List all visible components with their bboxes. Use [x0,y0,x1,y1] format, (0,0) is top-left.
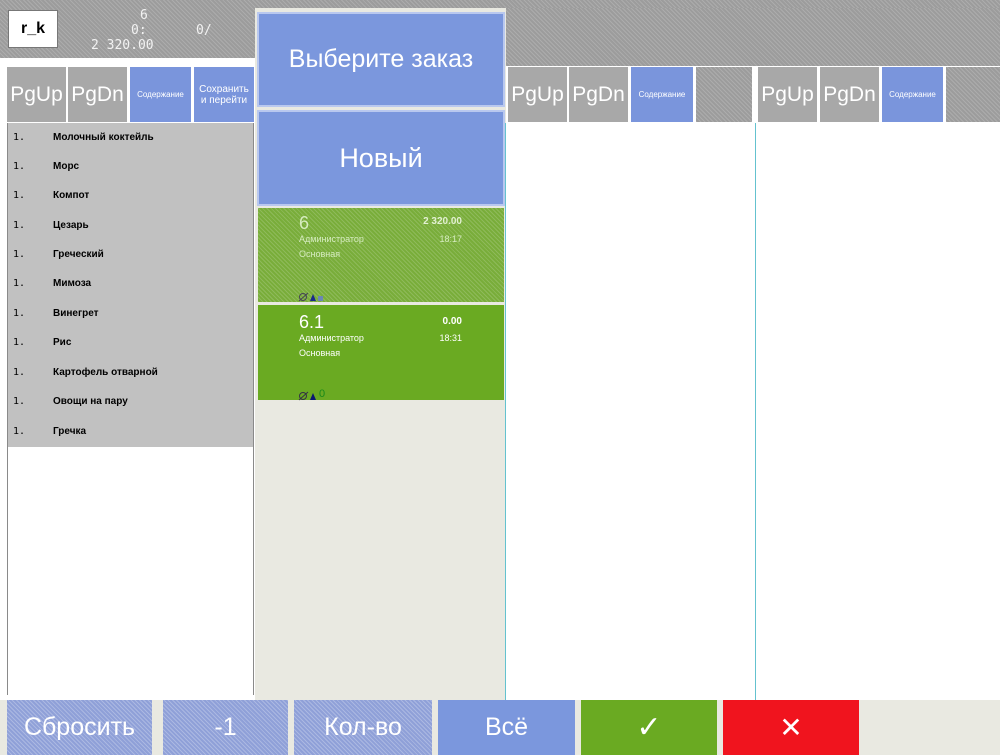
item-name: Цезарь [53,220,89,231]
list-item[interactable]: 1. Картофель отварной [8,358,253,387]
order-sum: 2 320.00 [423,216,462,227]
list-item[interactable]: 1. Греческий [8,240,253,269]
all-button[interactable]: Всё [438,700,575,755]
reset-button[interactable]: Сбросить [7,700,152,755]
order-extra: 0 [319,388,326,400]
list-item[interactable]: 1. Винегрет [8,299,253,328]
right-panel-1 [505,123,756,700]
close-icon: ✕ [779,712,803,743]
logo: r_k [8,10,58,48]
item-name: Гречка [53,426,87,437]
right-pgup-button[interactable]: PgUp [758,67,817,122]
mid-pgdn-button[interactable]: PgDn [569,67,628,122]
save-and-go-button[interactable]: Сохранить и перейти [194,67,254,122]
new-order-button[interactable]: Новый [257,110,505,206]
item-name: Рис [53,337,72,348]
header-line1: 6 [140,8,148,23]
list-item[interactable]: 1. Молочный коктейль [8,123,253,152]
item-name: Морс [53,161,80,172]
header-line2-b: 0/ [196,23,212,38]
item-name: Компот [53,190,90,201]
quantity-button[interactable]: Кол-во [294,700,432,755]
list-item[interactable]: 1. Гречка [8,417,253,446]
mid-content-button[interactable]: Содержание [631,67,693,122]
list-item[interactable]: 1. Овощи на пару [8,387,253,416]
left-pgup-button[interactable]: PgUp [7,67,66,122]
confirm-button[interactable]: ✓ [581,700,717,755]
right-top-strip [506,8,1000,66]
item-qty: 1. [13,278,26,289]
header-line2-a: 0: [131,23,147,38]
left-pgdn-button[interactable]: PgDn [68,67,127,122]
item-name: Греческий [53,249,104,260]
order-time: 18:31 [439,333,462,343]
header-line3: 2 320.00 [91,38,154,53]
order-status-icons [298,292,323,302]
item-qty: 1. [13,249,26,260]
item-name: Молочный коктейль [53,132,154,143]
save-and-go-label-1: Сохранить [199,83,249,95]
item-name: Винегрет [53,308,99,319]
select-order-button[interactable]: Выберите заказ [257,12,505,107]
list-item[interactable]: 1. Морс [8,152,253,181]
order-number: 6 [299,213,310,233]
save-and-go-label-2: и перейти [200,94,248,106]
right-panel-2 [755,123,1000,700]
order-sum: 0.00 [442,316,462,327]
cancel-button[interactable]: ✕ [723,700,859,755]
item-qty: 1. [13,132,26,143]
item-qty: 1. [13,396,26,407]
order-card-2[interactable]: 6.1 0.00 Администратор 18:31 Основная 0 [258,305,504,401]
right-pgdn-button[interactable]: PgDn [820,67,879,122]
item-qty: 1. [13,190,26,201]
list-item[interactable]: 1. Мимоза [8,269,253,298]
order-waiter: Администратор [299,234,364,244]
list-item[interactable]: 1. Цезарь [8,211,253,240]
right-content-button[interactable]: Содержание [882,67,943,122]
order-number: 6.1 [299,312,325,332]
order-time: 18:17 [439,234,462,244]
list-item[interactable]: 1. Компот [8,181,253,210]
list-item[interactable]: 1. Рис [8,328,253,357]
left-content-button[interactable]: Содержание [130,67,191,122]
order-items-list: 1. Молочный коктейль 1. Морс 1. Компот 1. Це… [8,123,253,447]
order-hall: Основная [299,348,341,358]
order-card-1[interactable]: 6 2 320.00 Администратор 18:17 Основная [258,208,504,302]
right-disabled-button [946,67,1000,122]
item-qty: 1. [13,220,26,231]
order-items-panel: 1. Молочный коктейль 1. Морс 1. Компот 1. Це… [7,123,254,695]
order-hall: Основная [299,249,341,259]
item-qty: 1. [13,308,26,319]
item-name: Мимоза [53,278,92,289]
item-name: Картофель отварной [53,367,158,378]
item-qty: 1. [13,337,26,348]
item-name: Овощи на пару [53,396,128,407]
minus-one-button[interactable]: -1 [163,700,288,755]
mid-pgup-button[interactable]: PgUp [508,67,567,122]
item-qty: 1. [13,161,26,172]
order-waiter: Администратор [299,333,364,343]
check-icon: ✓ [636,711,662,744]
mid-disabled-button [696,67,752,122]
item-qty: 1. [13,426,26,437]
item-qty: 1. [13,367,26,378]
